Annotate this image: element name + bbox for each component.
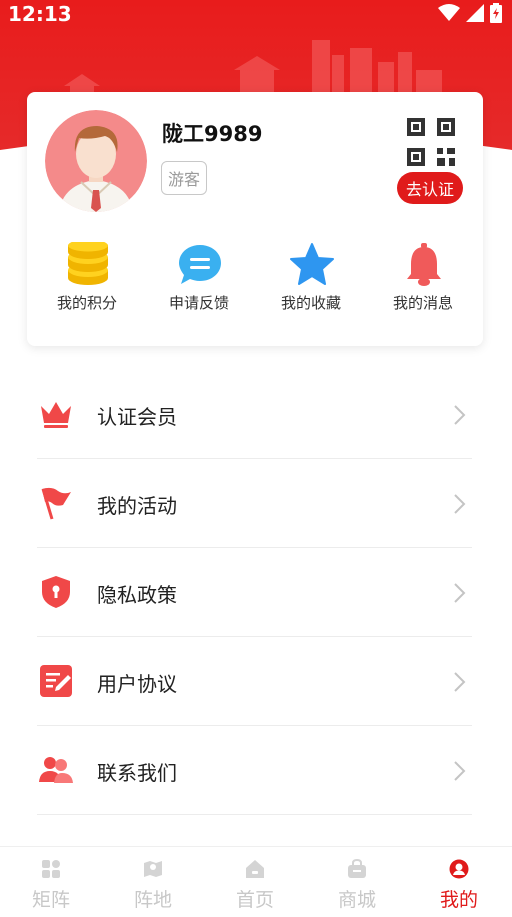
qr-code-icon[interactable] xyxy=(405,116,457,168)
menu-list: 认证会员 我的活动 隐私政策 用户协议 联系我们 xyxy=(0,370,512,815)
nav-item-mine[interactable]: 我的 xyxy=(408,847,510,917)
menu-item-certified-member[interactable]: 认证会员 xyxy=(0,370,512,459)
grid-icon xyxy=(41,859,61,879)
coins-icon xyxy=(65,239,111,288)
quick-item-label: 我的收藏 xyxy=(280,294,341,312)
verify-button[interactable]: 去认证 xyxy=(397,172,463,204)
wifi-icon xyxy=(438,4,460,21)
nav-label: 我的 xyxy=(439,889,478,911)
menu-item-my-activities[interactable]: 我的活动 xyxy=(0,459,512,548)
star-icon xyxy=(289,242,335,288)
nav-item-position[interactable]: 阵地 xyxy=(102,847,204,917)
menu-item-label: 隐私政策 xyxy=(97,583,177,607)
feedback-chat-icon xyxy=(177,242,223,288)
nav-label: 矩阵 xyxy=(31,889,70,911)
profile-page: 12:13 陇工9989 游客 去认证 我的积分 申请反馈 我的收藏 我的消息 … xyxy=(0,0,512,917)
menu-item-contact-us[interactable]: 联系我们 xyxy=(0,726,512,815)
status-time: 12:13 xyxy=(8,2,72,26)
nav-label: 首页 xyxy=(235,889,274,911)
chevron-right-icon xyxy=(452,581,468,605)
quick-item-messages[interactable]: 我的消息 xyxy=(373,240,473,320)
avatar[interactable] xyxy=(45,110,147,212)
quick-actions: 我的积分 申请反馈 我的收藏 我的消息 xyxy=(27,239,483,320)
flag-icon xyxy=(38,485,74,521)
quick-item-points[interactable]: 我的积分 xyxy=(37,239,137,320)
agreement-icon xyxy=(38,663,74,699)
menu-item-privacy-policy[interactable]: 隐私政策 xyxy=(0,548,512,637)
nav-label: 商城 xyxy=(337,889,376,911)
quick-item-label: 我的积分 xyxy=(56,294,117,312)
menu-item-label: 我的活动 xyxy=(97,494,177,518)
home-icon xyxy=(245,859,265,879)
profile-card: 陇工9989 游客 去认证 我的积分 申请反馈 我的收藏 我的消息 xyxy=(27,92,483,346)
map-icon xyxy=(143,859,163,879)
crown-icon xyxy=(38,396,74,432)
nav-item-shop[interactable]: 商城 xyxy=(306,847,408,917)
guest-badge: 游客 xyxy=(161,161,207,195)
status-icons xyxy=(438,3,502,23)
menu-item-label: 联系我们 xyxy=(97,761,177,785)
bottom-nav: 矩阵 阵地 首页 商城 我的 xyxy=(0,846,512,917)
contacts-icon xyxy=(38,752,74,788)
status-bar: 12:13 xyxy=(0,0,512,28)
user-name: 陇工9989 xyxy=(162,122,263,146)
bell-icon xyxy=(401,242,447,288)
chevron-right-icon xyxy=(452,492,468,516)
shield-icon xyxy=(38,574,74,610)
quick-item-label: 申请反馈 xyxy=(168,294,229,312)
menu-item-user-agreement[interactable]: 用户协议 xyxy=(0,637,512,726)
user-icon xyxy=(449,859,469,879)
quick-item-label: 我的消息 xyxy=(392,294,453,312)
divider xyxy=(37,814,472,815)
chevron-right-icon xyxy=(452,670,468,694)
menu-item-label: 用户协议 xyxy=(97,672,177,696)
chevron-right-icon xyxy=(452,403,468,427)
signal-icon xyxy=(466,4,484,22)
nav-item-matrix[interactable]: 矩阵 xyxy=(0,847,102,917)
shop-bag-icon xyxy=(347,858,367,879)
quick-item-favorites[interactable]: 我的收藏 xyxy=(261,240,361,320)
quick-item-feedback[interactable]: 申请反馈 xyxy=(149,240,249,320)
battery-icon xyxy=(490,3,502,23)
nav-item-home[interactable]: 首页 xyxy=(204,847,306,917)
chevron-right-icon xyxy=(452,759,468,783)
menu-item-label: 认证会员 xyxy=(97,405,177,429)
nav-label: 阵地 xyxy=(133,889,172,911)
